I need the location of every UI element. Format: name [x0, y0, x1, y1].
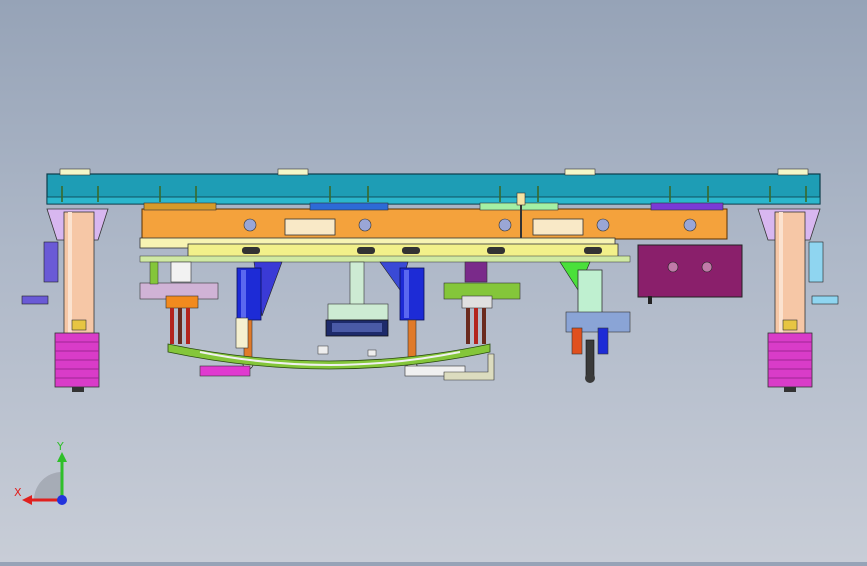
- cylinder-right: [565, 269, 631, 383]
- top-beam: [46, 168, 821, 205]
- x-axis-label: X: [14, 486, 22, 499]
- yellow-bar: [139, 237, 631, 263]
- y-axis-arrowhead: [57, 452, 67, 462]
- x-axis-arrowhead: [22, 495, 32, 505]
- triad-plane: [34, 472, 62, 500]
- assembly-drawing: [21, 168, 839, 392]
- clamp-right: [443, 261, 521, 344]
- purple-block: [637, 244, 743, 304]
- y-axis-label: Y: [56, 440, 64, 453]
- center-bracket: [325, 261, 389, 337]
- right-column: [757, 208, 839, 392]
- left-column: [21, 208, 109, 392]
- coordinate-triad: Y X: [12, 440, 82, 510]
- clamp-left: [139, 261, 219, 344]
- cad-viewport[interactable]: [0, 0, 867, 562]
- z-axis-dot: [57, 495, 67, 505]
